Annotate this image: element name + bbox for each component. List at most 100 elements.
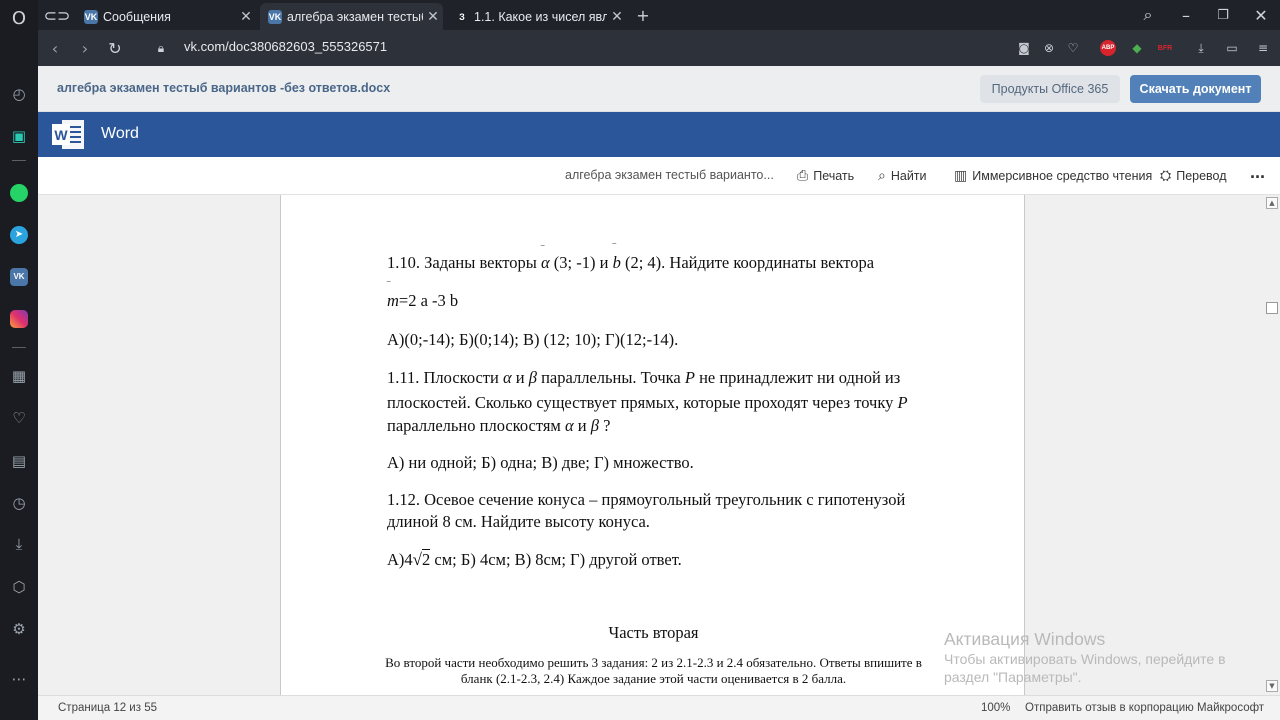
gamepad-icon[interactable]: ⊂⊃ <box>44 4 71 26</box>
q112-answer-a: А)4 <box>387 550 413 569</box>
more-icon[interactable]: ⋯ <box>8 668 30 690</box>
status-bar: Страница 12 из 55 100% Отправить отзыв в… <box>38 695 1280 720</box>
close-icon[interactable]: ✕ <box>423 9 443 25</box>
q110-formula: =2 a -3 b <box>398 291 459 310</box>
scroll-up-arrow-icon[interactable]: ▲ <box>1266 197 1278 209</box>
settings-icon[interactable]: ⚙ <box>8 618 30 640</box>
url-field[interactable]: vk.com/doc380682603_555326571 <box>184 39 387 54</box>
question-1-12-line2: длиной 8 см. Найдите высоту конуса. <box>387 512 650 531</box>
adblock-icon[interactable]: ABP <box>1099 39 1117 57</box>
vk-doc-header: алгебра экзамен тестыб вариантов -без от… <box>38 66 1280 112</box>
word-app-title: Word <box>101 125 139 142</box>
opera-logo-icon[interactable]: O <box>8 7 30 29</box>
bfr-extension-icon[interactable]: BFR <box>1156 39 1174 57</box>
browser-sidebar: O ◴ ▣ ➤ VK ▦ ♡ ▤ ◷ ⤓ ⬡ ⚙ ⋯ <box>0 0 38 720</box>
side-panel-toggle[interactable] <box>1266 302 1278 314</box>
cube-extension-icon[interactable]: ◆ <box>1128 39 1146 57</box>
twitch-icon[interactable]: ▣ <box>8 125 30 147</box>
z-favicon-icon: З <box>459 11 465 22</box>
download-icon[interactable]: ⤓ <box>1192 39 1210 57</box>
translate-icon: ⛭ <box>1160 168 1172 184</box>
word-header: W Word <box>38 112 1280 157</box>
forward-icon[interactable]: › <box>74 37 96 59</box>
extensions-icon[interactable]: ⬡ <box>8 576 30 598</box>
camera-icon[interactable]: ◙ <box>1015 39 1033 57</box>
windows-activation-watermark: Активация Windows Чтобы активировать Win… <box>944 630 1226 686</box>
q111-text: и <box>511 368 529 387</box>
translate-button[interactable]: ⛭ Перевод <box>1160 168 1227 184</box>
q111-text: ? <box>598 416 611 435</box>
question-1-11-line2: плоскостей. Сколько существует прямых, к… <box>387 393 908 412</box>
address-bar: ‹ › ↻ 🔒︎ vk.com/doc380682603_555326571 ◙… <box>38 30 1280 66</box>
find-button[interactable]: ⌕ Найти <box>878 168 927 184</box>
q111-text: плоскостей. Сколько существует прямых, к… <box>387 393 898 412</box>
activation-line2: раздел "Параметры". <box>944 669 1082 685</box>
heart-icon[interactable]: ♡ <box>1064 39 1082 57</box>
speed-dial-icon[interactable]: ◴ <box>8 83 30 105</box>
web-page: алгебра экзамен тестыб вариантов -без от… <box>38 66 1280 720</box>
close-icon[interactable]: ✕ <box>607 9 627 25</box>
downloads-icon[interactable]: ⤓ <box>8 533 30 555</box>
page-counter: Страница 12 из 55 <box>58 702 157 714</box>
tab-label: Сообщения <box>103 9 171 24</box>
tab-strip: ⊂⊃ VK Сообщения ✕ VK алгебра экзамен тес… <box>38 0 1280 30</box>
new-tab-plus-icon[interactable]: + <box>632 4 654 26</box>
document-viewer: 1.10. Заданы векторы α ‾ (3; -1) и b ‾ (2;… <box>38 195 1280 695</box>
q110-text-b: (3; -1) и <box>553 253 613 272</box>
battery-saver-icon[interactable]: ▭ <box>1223 39 1241 57</box>
instagram-icon[interactable] <box>8 308 30 330</box>
activation-line1: Чтобы активировать Windows, перейдите в <box>944 651 1226 667</box>
q111-text: параллельно плоскостям <box>387 416 565 435</box>
scroll-down-arrow-icon[interactable]: ▼ <box>1266 680 1278 692</box>
immersive-label: Иммерсивное средство чтения <box>972 169 1153 183</box>
zoom-level[interactable]: 100% <box>981 702 1010 714</box>
answers-1-10: А)(0;-14); Б)(0;14); В) (12; 10); Г)(12;… <box>387 330 679 349</box>
q111-text: и <box>573 416 591 435</box>
q111-text: параллельны. Точка <box>536 368 685 387</box>
whatsapp-icon[interactable] <box>8 182 30 204</box>
document-page: 1.10. Заданы векторы α ‾ (3; -1) и b ‾ (2;… <box>280 195 1025 695</box>
minimize-icon[interactable]: – <box>1175 4 1197 26</box>
feedback-link[interactable]: Отправить отзыв в корпорацию Майкрософт <box>1025 702 1264 714</box>
more-options-button[interactable]: ... <box>1250 162 1265 183</box>
close-window-icon[interactable]: ✕ <box>1250 4 1272 26</box>
part-two-instructions-1: Во второй части необходимо решить 3 зада… <box>385 655 922 670</box>
tab-question[interactable]: З 1.1. Какое из чисел являе ✕ <box>447 3 627 30</box>
history-icon[interactable]: ◷ <box>8 492 30 514</box>
q112-answer-rest: см; Б) 4см; В) 8см; Г) другой ответ. <box>430 550 682 569</box>
question-1-10: 1.10. Заданы векторы α ‾ (3; -1) и b ‾ (2;… <box>387 244 875 272</box>
block-icon[interactable]: ⊗ <box>1040 39 1058 57</box>
question-1-11-line1: 1.11. Плоскости α и β параллельны. Точка… <box>387 368 901 387</box>
question-1-12-line1: 1.12. Осевое сечение конуса – прямоуголь… <box>387 490 906 509</box>
question-1-10-formula: m ‾ =2 a -3 b <box>387 282 459 310</box>
part-two-heading: Часть вторая <box>608 623 699 642</box>
tab-label: алгебра экзамен тестыб вари <box>287 9 423 24</box>
immersive-reader-button[interactable]: ▥ Иммерсивное средство чтения <box>954 168 1152 184</box>
restore-icon[interactable]: ❐ <box>1212 4 1234 26</box>
lock-icon: 🔒︎ <box>157 40 165 55</box>
q110-text-a: 1.10. Заданы векторы <box>387 253 541 272</box>
tab-algebra-doc[interactable]: VK алгебра экзамен тестыб вари ✕ <box>260 3 443 30</box>
workspaces-icon[interactable]: ▦ <box>8 365 30 387</box>
search-icon: ⌕ <box>878 168 886 184</box>
search-tabs-icon[interactable]: ⌕ <box>1137 4 1159 26</box>
news-icon[interactable]: ▤ <box>8 450 30 472</box>
telegram-icon[interactable]: ➤ <box>8 224 30 246</box>
menu-icon[interactable]: ≡ <box>1254 39 1272 57</box>
vk-icon[interactable]: VK <box>8 266 30 288</box>
back-icon[interactable]: ‹ <box>44 37 66 59</box>
activation-title: Активация Windows <box>944 629 1106 649</box>
document-filename: алгебра экзамен тестыб вариантов -без от… <box>57 81 391 95</box>
heart-icon[interactable]: ♡ <box>8 407 30 429</box>
tab-messages[interactable]: VK Сообщения ✕ <box>76 3 256 30</box>
vk-favicon-icon: VK <box>84 9 98 24</box>
download-document-button[interactable]: Скачать документ <box>1130 75 1261 103</box>
toolbar-doc-title: алгебра экзамен тестыб варианто... <box>565 168 774 182</box>
book-icon: ▥ <box>954 168 968 184</box>
word-logo-icon: W <box>52 120 84 149</box>
print-button[interactable]: ⎙ Печать <box>797 168 854 184</box>
reload-icon[interactable]: ↻ <box>104 37 126 59</box>
close-icon[interactable]: ✕ <box>236 9 256 25</box>
answers-1-12: А)4√2 см; Б) 4см; В) 8см; Г) другой отве… <box>387 549 682 569</box>
office-products-button[interactable]: Продукты Office 365 <box>980 75 1120 103</box>
